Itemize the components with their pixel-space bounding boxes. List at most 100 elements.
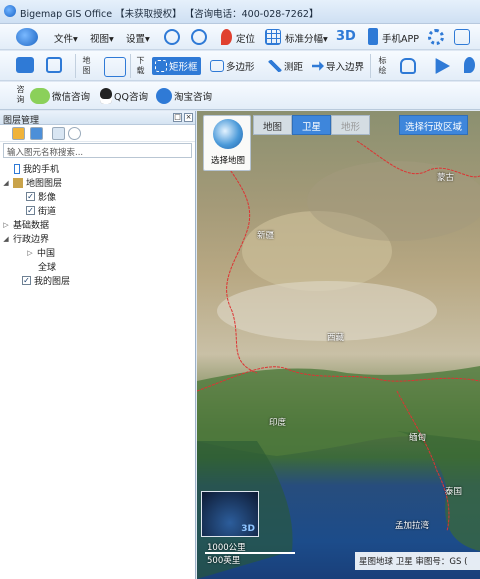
tree-item-label: 街道 xyxy=(38,207,57,217)
mobile-app-button[interactable]: 手机APP xyxy=(382,31,419,45)
taobao-consult-button[interactable]: 淘宝咨询 xyxy=(156,88,212,104)
survey-label: 测距 xyxy=(284,62,304,73)
taobao-icon xyxy=(156,88,172,104)
minimap-3d-label: 3D xyxy=(241,524,255,534)
standard-tiles-button[interactable]: 标准分幅▾ xyxy=(285,31,328,45)
tree-item-admin-boundaries[interactable]: ◢ 行政边界 xyxy=(2,232,49,246)
wechat-consult-button[interactable]: 微信咨询 xyxy=(30,88,90,104)
select-region-button[interactable]: 选择行政区域 xyxy=(399,115,469,135)
expanded-arrow-icon[interactable]: ◢ xyxy=(2,179,10,187)
tree-item-streets[interactable]: ✓ 街道 xyxy=(26,204,56,217)
polygon-label: 多边形 xyxy=(226,62,255,73)
search-icon[interactable] xyxy=(68,127,81,140)
3d-button[interactable]: 3D xyxy=(336,29,356,44)
my-layers-checkbox[interactable]: ✓ xyxy=(22,276,31,285)
tree-item-basic-data[interactable]: ▷ 基础数据 xyxy=(2,218,50,232)
separator xyxy=(130,54,131,78)
open-folder-icon[interactable] xyxy=(16,57,34,73)
qq-label: QQ咨询 xyxy=(114,92,148,103)
group-label-consult: 咨询 xyxy=(16,85,25,104)
tree-item-global[interactable]: 全球 xyxy=(38,260,56,273)
location-pin-icon[interactable] xyxy=(221,29,232,45)
select-map-label: 选择地图 xyxy=(210,156,245,166)
tab-map[interactable]: 地图 xyxy=(253,115,293,135)
arrow-pointer-icon[interactable] xyxy=(435,58,450,74)
tree-item-imagery[interactable]: ✓ 影像 xyxy=(26,190,56,203)
group-label-map: 地图 xyxy=(82,56,91,75)
map-marker-icon[interactable] xyxy=(464,57,475,73)
consult-toolbar: 咨询 微信咨询 QQ咨询 淘宝咨询 xyxy=(0,82,480,110)
layer-search-placeholder: 输入图元名称搜索... xyxy=(7,148,84,158)
ruler-icon xyxy=(268,60,282,72)
app-logo-icon xyxy=(4,5,16,17)
gear-icon[interactable] xyxy=(428,29,444,45)
import-arrow-icon xyxy=(312,61,324,71)
tree-item-label: 地图图层 xyxy=(26,179,63,189)
save-icon[interactable] xyxy=(30,127,43,140)
phone-icon xyxy=(14,163,20,174)
zoom-in-icon[interactable] xyxy=(164,29,180,45)
polygon-button[interactable]: 多边形 xyxy=(210,59,255,73)
tree-item-my-phone[interactable]: 我的手机 xyxy=(14,162,59,175)
tree-item-label: 影像 xyxy=(38,193,57,203)
tab-satellite[interactable]: 卫星 xyxy=(292,115,332,135)
imagery-checkbox[interactable]: ✓ xyxy=(26,192,35,201)
layer-panel-header: 图层管理 □ × xyxy=(0,111,195,126)
restore-icon[interactable]: □ xyxy=(173,113,182,122)
phone-icon[interactable] xyxy=(368,28,378,45)
layer-panel: 图层管理 □ × 输入图元名称搜索... 我的手机 ◢ 地图图层 ✓ 影像 ✓ … xyxy=(0,111,196,579)
separator xyxy=(370,54,371,78)
map-label-myanmar: 缅甸 xyxy=(409,433,427,443)
layers-icon[interactable] xyxy=(104,57,126,77)
map-status-bar: 星图地球 卫星 审图号：GS ( xyxy=(355,552,480,570)
title-bar: Bigemap GIS Office 【未获取授权】 【咨询电话：400-028… xyxy=(0,0,480,24)
tree-item-label: 基础数据 xyxy=(13,221,50,231)
tree-item-label: 我的手机 xyxy=(23,165,60,175)
streets-checkbox[interactable]: ✓ xyxy=(26,206,35,215)
expanded-arrow-icon[interactable]: ◢ xyxy=(2,235,10,243)
tree-item-my-layers[interactable]: ✓ 我的图层 xyxy=(22,274,70,287)
open-folder-icon[interactable] xyxy=(12,127,25,140)
code-icon[interactable] xyxy=(454,29,470,45)
qq-penguin-icon xyxy=(100,88,112,104)
wechat-label: 微信咨询 xyxy=(52,92,91,103)
minimap[interactable]: 3D xyxy=(201,491,259,537)
tree-item-label: 中国 xyxy=(37,249,56,259)
tab-terrain[interactable]: 地形 xyxy=(331,115,371,135)
menu-file[interactable]: 文件▾ xyxy=(54,31,78,45)
save-icon[interactable] xyxy=(46,57,62,73)
tree-item-label: 全球 xyxy=(38,263,57,273)
tree-item-map-layers[interactable]: ◢ 地图图层 xyxy=(2,176,62,189)
zoom-out-icon[interactable] xyxy=(191,29,207,45)
collapsed-arrow-icon[interactable]: ▷ xyxy=(2,221,10,229)
tree-item-label: 我的图层 xyxy=(34,277,71,287)
scale-mi-label: 500英里 xyxy=(207,556,241,566)
close-icon[interactable]: × xyxy=(184,113,193,122)
menu-view[interactable]: 视图▾ xyxy=(90,31,114,45)
rectangle-button[interactable]: 矩形框 xyxy=(152,57,201,75)
locate-button[interactable]: 定位 xyxy=(236,31,255,45)
app-menu-icon[interactable] xyxy=(16,28,38,46)
grid-icon[interactable] xyxy=(265,29,281,45)
menu-settings[interactable]: 设置▾ xyxy=(126,31,150,45)
map-label-bay-of-bengal: 孟加拉湾 xyxy=(395,521,430,531)
scale-bar: 1000公里 500英里 xyxy=(205,541,295,566)
tree-item-china[interactable]: ▷ 中国 xyxy=(26,246,56,260)
expand-icon[interactable] xyxy=(52,127,65,140)
map-view[interactable]: 地图 卫星 地形 选择行政区域 选择地图 蒙古 新疆 西藏 印度 缅甸 泰国 孟… xyxy=(197,111,480,579)
map-label-thailand: 泰国 xyxy=(445,487,463,497)
map-label-india: 印度 xyxy=(269,418,287,428)
hand-pan-icon[interactable] xyxy=(400,58,416,74)
map-type-tabs: 地图 卫星 地形 xyxy=(253,115,371,135)
select-map-button[interactable]: 选择地图 xyxy=(203,115,251,171)
layer-search-input[interactable]: 输入图元名称搜索... xyxy=(3,143,192,158)
taobao-label: 淘宝咨询 xyxy=(174,92,213,103)
collapsed-arrow-icon[interactable]: ▷ xyxy=(26,249,34,257)
qq-consult-button[interactable]: QQ咨询 xyxy=(100,88,148,104)
layers-icon xyxy=(13,177,23,188)
map-label-xibet: 西藏 xyxy=(327,333,345,343)
tools-toolbar: 地图 下载 矩形框 多边形 测距 导入边界 标绘 xyxy=(0,51,480,81)
polygon-icon xyxy=(210,60,224,72)
survey-button[interactable]: 测距 xyxy=(268,59,303,73)
import-boundary-button[interactable]: 导入边界 xyxy=(312,59,364,73)
